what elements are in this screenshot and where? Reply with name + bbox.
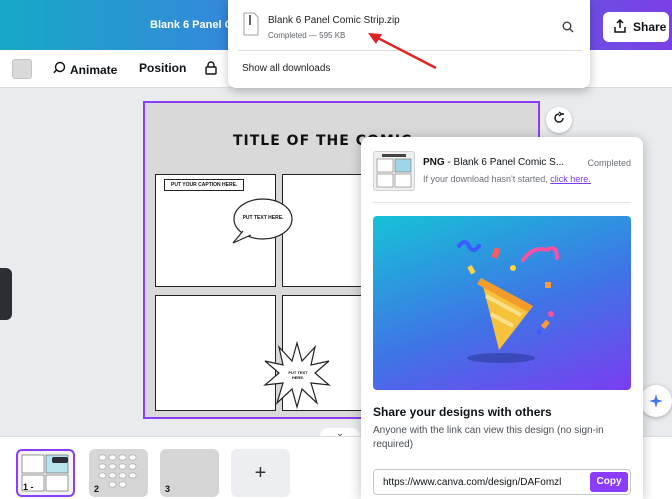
burst-bubble[interactable]: PUT TEXT HERE. bbox=[263, 341, 331, 409]
annotation-arrow-icon bbox=[368, 33, 437, 70]
file-format: PNG bbox=[423, 157, 445, 168]
page-thumbnail-1[interactable]: 1 - bbox=[16, 449, 75, 497]
refresh-icon bbox=[552, 110, 566, 130]
page-thumbnail-3[interactable]: 3 bbox=[160, 449, 219, 497]
position-button[interactable]: Position bbox=[139, 61, 186, 75]
share-button[interactable]: Share bbox=[603, 12, 669, 42]
page-number: 2 bbox=[94, 484, 100, 494]
page-thumbnail-2[interactable]: 2 bbox=[89, 449, 148, 497]
document-title[interactable]: Blank 6 Panel C bbox=[150, 19, 228, 31]
color-swatch[interactable] bbox=[12, 59, 32, 79]
download-completed-status: Completed bbox=[587, 158, 631, 168]
share-link-url[interactable]: https://www.canva.com/design/DAFomzl bbox=[383, 477, 583, 488]
speech-bubble-text: PUT TEXT HERE. bbox=[242, 215, 284, 221]
burst-text: PUT TEXT HERE. bbox=[288, 370, 308, 380]
download-status: Completed — 595 KB bbox=[268, 31, 346, 40]
side-panel-handle[interactable] bbox=[0, 268, 12, 320]
download-hint-text: If your download hasn't started, bbox=[423, 174, 551, 184]
rotate-button[interactable] bbox=[546, 107, 572, 133]
speech-bubble[interactable]: PUT TEXT HERE. bbox=[229, 197, 295, 247]
celebration-illustration bbox=[373, 216, 631, 390]
click-here-link[interactable]: click here. bbox=[550, 174, 591, 184]
lock-button[interactable] bbox=[205, 61, 217, 78]
search-icon[interactable] bbox=[562, 20, 574, 38]
download-file-title: - Blank 6 Panel Comic S... bbox=[444, 157, 565, 168]
page-number: 3 bbox=[165, 484, 171, 494]
caption-box[interactable]: PUT YOUR CAPTION HERE. bbox=[164, 179, 245, 191]
animate-icon bbox=[52, 61, 66, 78]
download-thumbnail bbox=[373, 151, 415, 191]
share-icon bbox=[613, 18, 627, 36]
sparkle-icon bbox=[648, 393, 664, 414]
party-popper-icon bbox=[457, 240, 559, 363]
file-icon bbox=[242, 12, 260, 36]
comic-panel-4[interactable] bbox=[155, 295, 276, 411]
share-description: Anyone with the link can view this desig… bbox=[373, 425, 604, 450]
copy-link-button[interactable]: Copy bbox=[590, 472, 628, 492]
page-number: 1 - bbox=[23, 482, 34, 492]
animate-label: Animate bbox=[70, 62, 118, 77]
magic-assistant-button[interactable] bbox=[640, 385, 672, 417]
add-page-button[interactable]: + bbox=[231, 449, 290, 497]
download-share-panel: Completed PNG - Blank 6 Panel Comic S...… bbox=[361, 137, 643, 499]
lock-icon bbox=[205, 61, 217, 78]
animate-button[interactable]: Animate bbox=[52, 61, 117, 78]
divider bbox=[373, 202, 631, 203]
download-file-line: Completed PNG - Blank 6 Panel Comic S... bbox=[423, 157, 637, 169]
download-hint: If your download hasn't started, click h… bbox=[423, 174, 591, 184]
share-heading: Share your designs with others bbox=[373, 405, 552, 419]
share-button-label: Share bbox=[633, 20, 667, 34]
position-label: Position bbox=[139, 61, 187, 75]
show-all-downloads-link[interactable]: Show all downloads bbox=[242, 63, 330, 74]
share-link-field[interactable]: https://www.canva.com/design/DAFomzl Cop… bbox=[373, 469, 631, 495]
